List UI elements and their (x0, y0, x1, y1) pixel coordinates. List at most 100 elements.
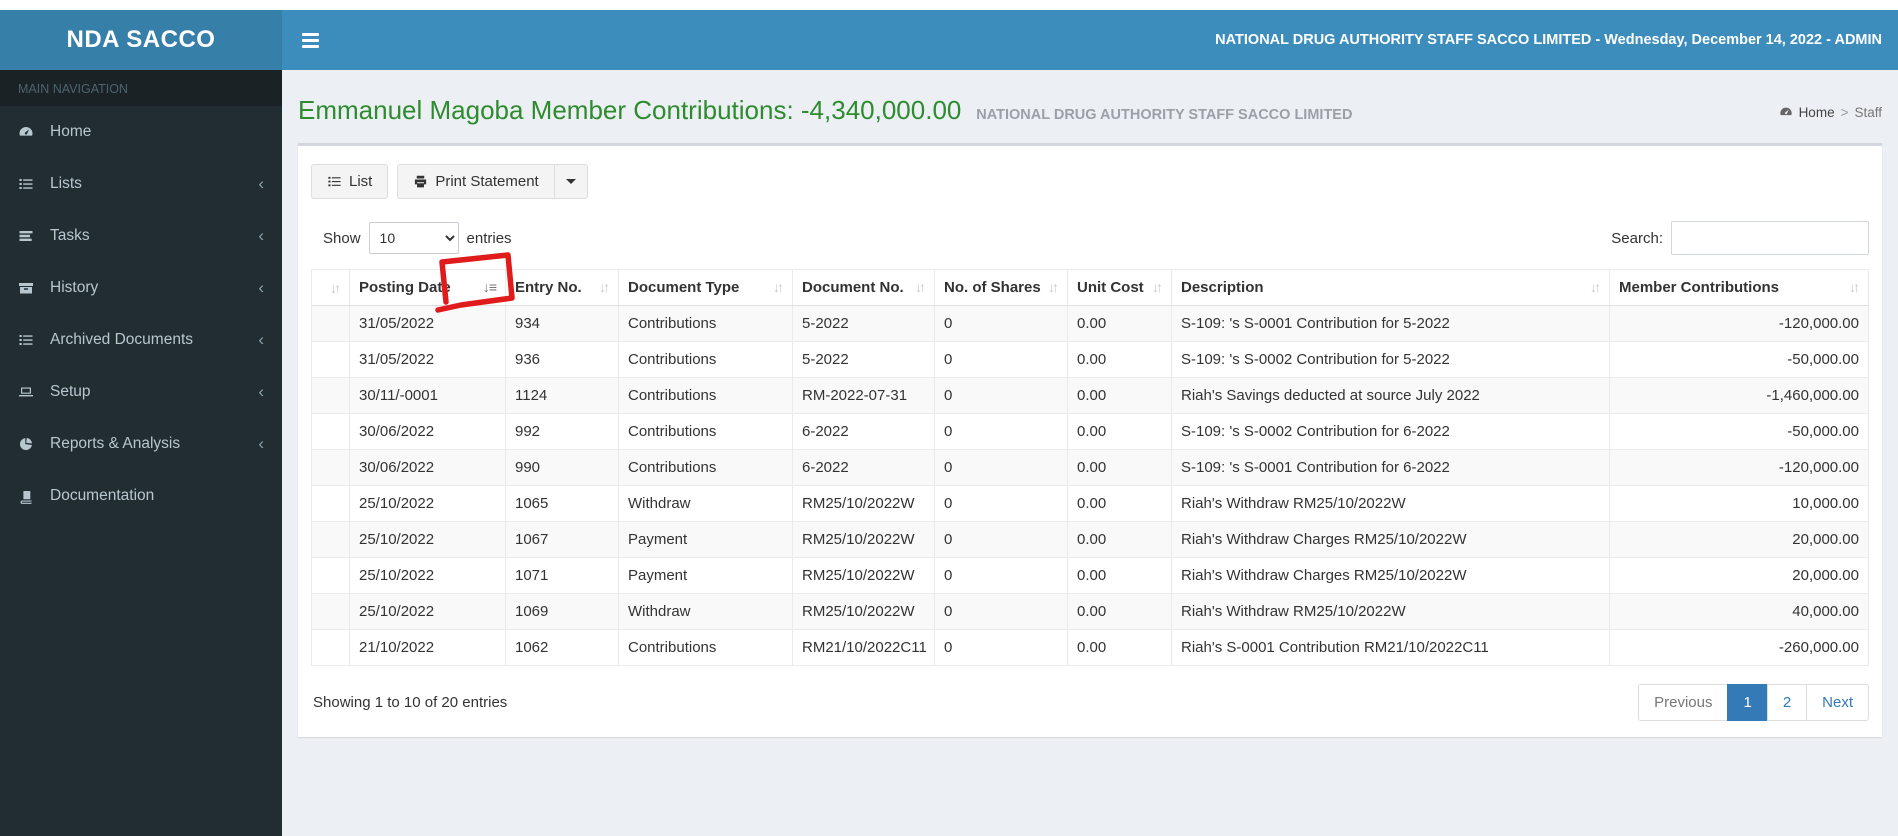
sort-icon: ↓↑ (1849, 279, 1860, 295)
chevron-left-icon: ‹ (258, 330, 264, 349)
breadcrumb-home-link[interactable]: Home (1799, 105, 1835, 120)
table-row: 30/06/2022 992 Contributions 6-2022 0 0.00 S-1… (311, 413, 1869, 450)
data-card: List Print Statement Show 10 entries Sea… (298, 143, 1882, 737)
chevron-left-icon: ‹ (258, 174, 264, 193)
sort-icon: ↓↑ (1590, 279, 1601, 295)
caret-down-icon (565, 179, 576, 184)
archive-box-icon (18, 280, 38, 296)
sidebar-item-history[interactable]: History ‹ (0, 262, 282, 314)
sidebar-item-label: Lists (50, 175, 82, 192)
page-header: Emmanuel Magoba Member Contributions: -4… (298, 90, 1882, 127)
column-header-posting-date[interactable]: Posting Date ↓≡ (349, 252, 515, 313)
org-date-admin-text: NATIONAL DRUG AUTHORITY STAFF SACCO LIMI… (1215, 32, 1882, 48)
pagination-page-1[interactable]: 1 (1727, 684, 1768, 721)
table-row: 30/11/-0001 1124 Contributions RM-2022-07-3… (311, 377, 1869, 414)
toolbar: List Print Statement (311, 164, 1869, 199)
pie-chart-icon (18, 436, 38, 452)
dashboard-icon (18, 124, 38, 140)
list-button-label: List (349, 173, 373, 190)
column-header-description[interactable]: Description ↓↑ (1171, 269, 1610, 306)
brand-text: NDA SACCO (66, 26, 216, 53)
column-header-index[interactable]: ↓↑ (311, 269, 350, 306)
table-row: 21/10/2022 1062 Contributions RM21/10/2022C… (311, 629, 1869, 666)
print-options-button[interactable] (554, 164, 588, 199)
contributions-table: ↓↑ Posting Date ↓≡ Entry No. ↓↑ Document … (311, 252, 1869, 666)
table-footer: Showing 1 to 10 of 20 entries Previous 1… (311, 684, 1869, 721)
print-statement-button[interactable]: Print Statement (397, 164, 555, 199)
pagination: Previous 1 2 Next (1638, 684, 1869, 721)
sidebar-item-archived-documents[interactable]: Archived Documents ‹ (0, 314, 282, 366)
page-subtitle: NATIONAL DRUG AUTHORITY STAFF SACCO LIMI… (976, 107, 1353, 123)
sidebar-section-label: MAIN NAVIGATION (0, 70, 282, 106)
sidebar-item-label: Reports & Analysis (50, 435, 181, 452)
entries-info: Showing 1 to 10 of 20 entries (313, 694, 508, 711)
print-button-label: Print Statement (435, 173, 539, 190)
show-label: Show (323, 229, 361, 247)
column-header-member-contributions[interactable]: Member Contributions ↓↑ (1609, 269, 1869, 306)
sort-icon: ↓↑ (599, 279, 610, 295)
pagination-next[interactable]: Next (1806, 684, 1869, 721)
list-icon (18, 332, 38, 348)
sidebar-item-label: Documentation (50, 487, 155, 504)
top-navbar: NDA SACCO NATIONAL DRUG AUTHORITY STAFF … (0, 10, 1898, 70)
sort-icon: ↓↑ (330, 279, 341, 296)
table-row: 25/10/2022 1065 Withdraw RM25/10/2022W 0 0.00… (311, 485, 1869, 522)
column-header-document-type[interactable]: Document Type ↓↑ (618, 269, 793, 306)
column-header-entry-no[interactable]: Entry No. ↓↑ (505, 269, 619, 306)
printer-icon (415, 175, 427, 188)
search-input[interactable] (1671, 221, 1869, 255)
table-row: 25/10/2022 1069 Withdraw RM25/10/2022W 0 0.00… (311, 593, 1869, 630)
entries-label: entries (466, 229, 512, 247)
column-header-unit-cost[interactable]: Unit Cost ↓↑ (1067, 269, 1172, 306)
sort-icon: ↓↑ (915, 279, 926, 295)
book-icon (18, 488, 38, 504)
list-icon (18, 176, 38, 192)
chevron-left-icon: ‹ (258, 226, 264, 245)
page-length-control: Show 10 entries (311, 222, 512, 254)
pagination-page-2[interactable]: 2 (1766, 684, 1808, 721)
table-controls: Show 10 entries Search: (311, 221, 1869, 255)
sidebar-item-reports-analysis[interactable]: Reports & Analysis ‹ (0, 418, 282, 470)
table-row: 30/06/2022 990 Contributions 6-2022 0 0.00 S-1… (311, 449, 1869, 486)
pagination-previous[interactable]: Previous (1638, 684, 1729, 721)
table-row: 31/05/2022 934 Contributions 5-2022 0 0.00 S-1… (311, 305, 1869, 342)
page-title: Emmanuel Magoba Member Contributions: -4… (298, 90, 1352, 127)
content-area: Emmanuel Magoba Member Contributions: -4… (282, 70, 1898, 836)
page-length-select[interactable]: 10 (368, 222, 459, 254)
sidebar-toggle-icon[interactable] (282, 32, 339, 48)
sidebar-item-lists[interactable]: Lists ‹ (0, 158, 282, 210)
table-row: 25/10/2022 1071 Payment RM25/10/2022W 0 0.00 R… (311, 557, 1869, 594)
chevron-left-icon: ‹ (258, 434, 264, 453)
sidebar-item-home[interactable]: Home (0, 106, 282, 158)
table-row: 31/05/2022 936 Contributions 5-2022 0 0.00 S-1… (311, 341, 1869, 378)
list-button[interactable]: List (311, 164, 389, 199)
sort-icon: ↓↑ (773, 279, 784, 295)
chevron-left-icon: ‹ (258, 278, 264, 297)
sort-desc-icon: ↓≡ (482, 279, 497, 295)
table-header-row: ↓↑ Posting Date ↓≡ Entry No. ↓↑ Document … (311, 252, 1869, 313)
list-icon (328, 176, 341, 187)
sidebar-item-label: Home (50, 123, 92, 140)
search-control: Search: (1611, 221, 1869, 255)
sidebar-item-label: History (50, 279, 99, 296)
column-header-document-no[interactable]: Document No. ↓↑ (792, 269, 935, 306)
breadcrumb: Home > Staff (1779, 105, 1882, 120)
top-white-strip (0, 0, 1898, 10)
table-row: 25/10/2022 1067 Payment RM25/10/2022W 0 0.00 R… (311, 521, 1869, 558)
sidebar-item-documentation[interactable]: Documentation (0, 470, 282, 522)
dashboard-icon (1779, 107, 1792, 116)
breadcrumb-separator: > (1840, 104, 1849, 120)
sidebar-item-label: Archived Documents (50, 331, 194, 348)
sidebar-item-setup[interactable]: Setup ‹ (0, 366, 282, 418)
chevron-left-icon: ‹ (258, 382, 264, 401)
tasks-icon (18, 228, 38, 244)
brand-logo[interactable]: NDA SACCO (0, 10, 282, 70)
column-header-no-of-shares[interactable]: No. of Shares ↓↑ (934, 269, 1068, 306)
search-label: Search: (1611, 229, 1663, 247)
sort-icon: ↓↑ (1152, 279, 1163, 295)
sidebar-item-label: Setup (50, 383, 91, 400)
sidebar-item-label: Tasks (50, 227, 90, 244)
sidebar-item-tasks[interactable]: Tasks ‹ (0, 210, 282, 262)
laptop-icon (18, 384, 38, 400)
page-title-text: Emmanuel Magoba Member Contributions: -4… (298, 95, 962, 125)
